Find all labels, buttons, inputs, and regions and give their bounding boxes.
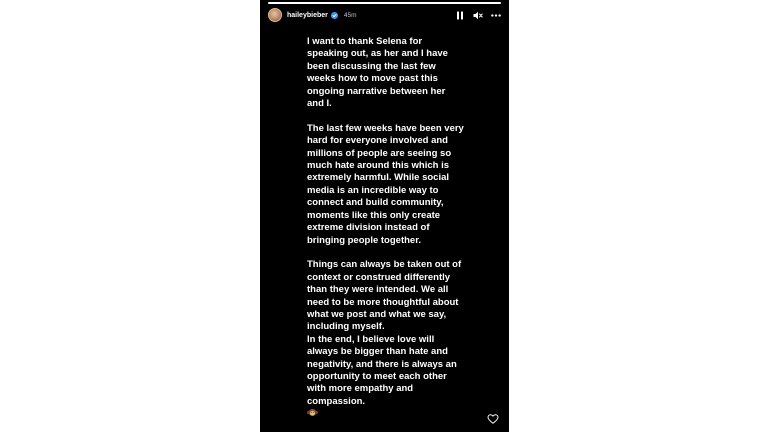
story-paragraph-2: The last few weeks have been very hard f… [307,122,464,246]
avatar[interactable] [268,8,282,22]
pause-icon [457,11,463,19]
story-controls [455,10,501,20]
story-viewer[interactable]: haileybieber 45m I want to thank Selena … [260,0,509,432]
more-options-button[interactable] [491,10,501,20]
story-progress-fill [268,2,501,4]
more-options-icon [491,13,501,17]
mute-icon [473,11,483,19]
story-paragraph-1: I want to thank Selena for speaking out,… [307,36,448,110]
username[interactable]: haileybieber [287,12,328,19]
story-progress-bar [268,2,501,4]
story-text: I want to thank Selena for speaking out,… [307,36,467,408]
story-timestamp: 45m [343,11,357,19]
story-paragraph-3: Things can always be taken out of contex… [307,259,462,407]
verified-badge-icon [330,11,338,19]
hear-no-evil-monkey-icon [307,409,318,416]
heart-icon[interactable] [487,413,499,425]
pause-button[interactable] [455,10,465,20]
story-header: haileybieber 45m [268,7,501,23]
mute-button[interactable] [473,10,483,20]
